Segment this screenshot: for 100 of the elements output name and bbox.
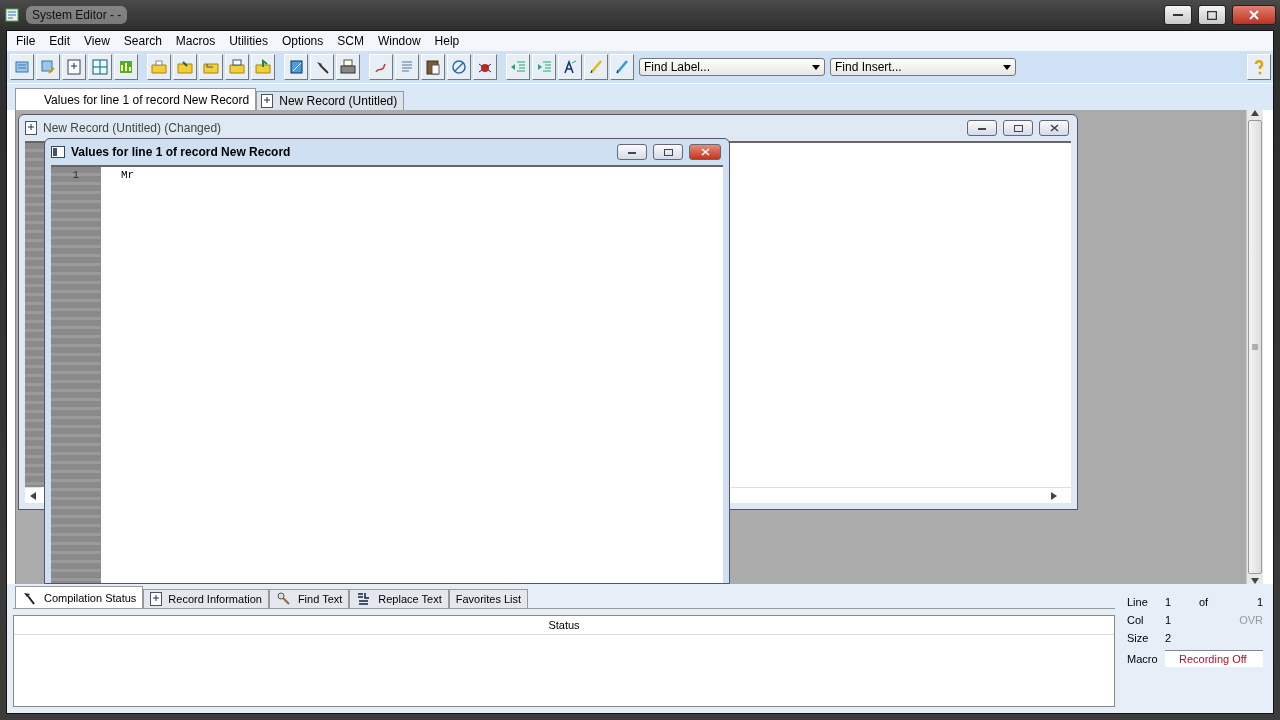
scroll-up-icon — [1251, 110, 1259, 116]
minimize-button[interactable] — [967, 120, 997, 136]
restore-icon — [1013, 124, 1023, 132]
folder-icon — [229, 59, 245, 75]
menu-item[interactable]: Search — [116, 34, 169, 48]
panel-tab[interactable]: Replace Text — [349, 589, 449, 608]
toolbar-button[interactable] — [532, 54, 556, 80]
grid-icon — [92, 59, 108, 75]
folder-icon — [151, 59, 167, 75]
toolbar-button[interactable] — [225, 54, 249, 80]
caret-icon — [1003, 64, 1011, 70]
panel-tab[interactable]: Compilation Status — [15, 586, 144, 608]
clipboard-icon — [425, 59, 441, 75]
toolbar-button[interactable] — [62, 54, 86, 80]
panel-tab[interactable]: Favorites List — [448, 589, 529, 608]
window-icon — [51, 146, 65, 158]
panel-tab[interactable]: Record Information — [143, 589, 269, 608]
info-value: 2 — [1165, 632, 1173, 644]
dropdown[interactable]: Find Label... — [639, 58, 825, 76]
maximize-icon — [1207, 10, 1217, 20]
restore-button[interactable] — [653, 144, 683, 160]
horizontal-scrollbar[interactable] — [731, 487, 1071, 503]
column-header: Status — [14, 616, 1114, 635]
scroll-right-icon — [1051, 491, 1057, 500]
restore-icon — [663, 148, 673, 156]
code-line: Mr — [121, 168, 136, 183]
document-tab[interactable]: Values for line 1 of record New Record — [15, 88, 257, 110]
chart-icon — [118, 59, 134, 75]
toolbar-button[interactable] — [369, 54, 393, 80]
menu-item[interactable]: Edit — [42, 34, 78, 48]
toolbar-button[interactable] — [10, 54, 34, 80]
minimize-button[interactable] — [617, 144, 647, 160]
toolbar-button[interactable] — [36, 54, 60, 80]
close-icon — [1049, 124, 1059, 132]
toolbar-button[interactable] — [610, 54, 634, 80]
minimize-button[interactable] — [1164, 5, 1192, 25]
pencil-icon — [588, 59, 604, 75]
toolbar-button[interactable] — [558, 54, 582, 80]
info-label: Size — [1127, 632, 1150, 644]
toolbar-button[interactable] — [421, 54, 445, 80]
toolbar-button[interactable] — [506, 54, 530, 80]
search-icon — [275, 591, 292, 607]
list-icon — [14, 59, 30, 75]
toolbar-button[interactable] — [173, 54, 197, 80]
document-tab[interactable]: New Record (Untitled) — [256, 91, 405, 110]
menu-item[interactable]: Window — [370, 34, 428, 48]
spell-check-icon — [562, 59, 578, 75]
menu-item[interactable]: SCM — [330, 34, 371, 48]
minimize-icon — [978, 126, 986, 130]
info-label: Macro — [1127, 652, 1159, 665]
toolbar-button[interactable] — [447, 54, 471, 80]
caret-icon — [812, 64, 820, 70]
outdent-icon — [510, 59, 526, 75]
info-label: of — [1199, 596, 1210, 608]
list-edit-icon — [40, 59, 56, 75]
info-value: 1 — [1255, 596, 1263, 608]
document-window-title: New Record (Untitled) (Changed) — [43, 121, 222, 135]
app-icon — [4, 7, 20, 23]
toolbar-button[interactable] — [147, 54, 171, 80]
minimize-icon — [1173, 13, 1183, 17]
close-button[interactable] — [1039, 120, 1069, 136]
folder-icon — [255, 59, 271, 75]
toolbar-button[interactable] — [395, 54, 419, 80]
grip-icon — [1252, 344, 1258, 350]
toolbar-button[interactable] — [584, 54, 608, 80]
menu-item[interactable]: File — [9, 34, 43, 48]
panel-tab[interactable]: Find Text — [268, 589, 350, 608]
minimize-icon — [628, 150, 636, 154]
toolbar-button[interactable] — [199, 54, 223, 80]
toolbar-button[interactable] — [473, 54, 497, 80]
toolbar-button[interactable] — [310, 54, 334, 80]
toolbar-button[interactable] — [88, 54, 112, 80]
document-window-title: Values for line 1 of record New Record — [71, 145, 291, 159]
window-title: System Editor - - — [26, 6, 128, 24]
line-number: 1 — [72, 168, 79, 183]
toolbar-button[interactable] — [336, 54, 360, 80]
menu-item[interactable]: Help — [427, 34, 467, 48]
close-icon — [700, 148, 710, 156]
menu-item[interactable]: Macros — [168, 34, 223, 48]
close-icon — [1249, 10, 1259, 20]
folder-icon — [177, 59, 193, 75]
menu-item[interactable]: Utilities — [222, 34, 275, 48]
vertical-scrollbar[interactable] — [1246, 110, 1263, 584]
maximize-button[interactable] — [1198, 5, 1226, 25]
macro-status: Recording Off — [1165, 650, 1263, 667]
menu-item[interactable]: Options — [274, 34, 331, 48]
toolbar-button[interactable] — [251, 54, 275, 80]
scroll-left-icon — [30, 491, 36, 500]
info-label: Col — [1127, 614, 1145, 626]
info-label: Line — [1127, 596, 1149, 608]
scrollbar-thumb[interactable] — [1248, 120, 1262, 574]
menu-item[interactable]: View — [77, 34, 117, 48]
dropdown[interactable]: Find Insert... — [830, 58, 1016, 76]
scroll-left-button[interactable] — [25, 487, 41, 503]
info-value: 1 — [1165, 596, 1173, 608]
toolbar-button[interactable] — [284, 54, 308, 80]
toolbar-button[interactable] — [114, 54, 138, 80]
close-button[interactable] — [1232, 5, 1276, 25]
help-button[interactable] — [1247, 54, 1271, 80]
restore-button[interactable] — [1003, 120, 1033, 136]
